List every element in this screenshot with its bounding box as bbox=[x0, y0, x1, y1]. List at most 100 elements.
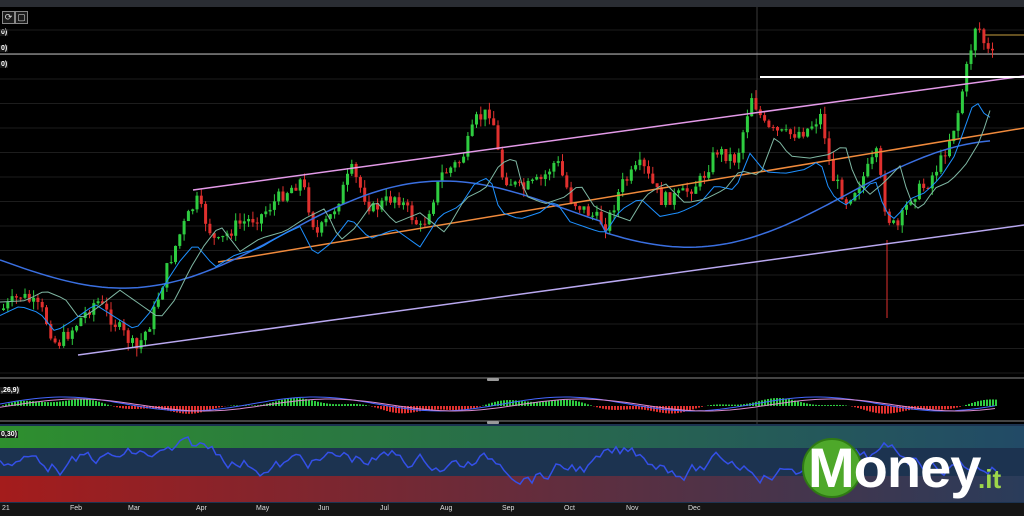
candle-body bbox=[767, 120, 771, 127]
candle-body bbox=[913, 199, 917, 202]
candle-body bbox=[982, 29, 986, 44]
candle-body bbox=[788, 129, 792, 135]
macd-histogram-bar bbox=[992, 399, 994, 406]
macd-histogram-bar bbox=[626, 406, 628, 410]
macd-histogram-bar bbox=[350, 403, 352, 406]
macd-histogram-bar bbox=[809, 404, 811, 406]
macd-histogram-bar bbox=[602, 406, 604, 409]
macd-histogram-bar bbox=[563, 399, 565, 406]
macd-histogram-bar bbox=[326, 403, 328, 406]
macd-histogram-bar bbox=[473, 406, 475, 409]
candle-body bbox=[535, 176, 539, 180]
macd-histogram-bar bbox=[17, 401, 19, 406]
macd-histogram-bar bbox=[947, 406, 949, 410]
candle-body bbox=[208, 223, 212, 234]
macd-histogram-bar bbox=[863, 406, 865, 410]
panel-splitter-1[interactable] bbox=[487, 378, 499, 381]
macd-label: ,26,9) bbox=[0, 387, 20, 394]
candle-body bbox=[178, 234, 182, 246]
money-it-logo: Money .it bbox=[800, 434, 1020, 502]
macd-histogram-bar bbox=[614, 406, 616, 410]
macd-histogram-bar bbox=[620, 406, 622, 410]
candle-body bbox=[986, 43, 990, 49]
macd-histogram-bar bbox=[980, 400, 982, 406]
chart-window: ⟳ ▢ 0) 0) 0) ,26,9) 0,30) 21 Feb Mar Apr… bbox=[0, 0, 1024, 516]
macd-histogram-bar bbox=[884, 406, 886, 414]
macd-histogram-bar bbox=[860, 406, 862, 409]
candle-body bbox=[797, 131, 801, 138]
candle-body bbox=[526, 180, 530, 190]
candle-body bbox=[892, 220, 896, 223]
candle-body bbox=[156, 299, 160, 307]
macd-histogram-bar bbox=[68, 400, 70, 406]
candle-body bbox=[126, 330, 130, 343]
macd-histogram-bar bbox=[539, 401, 541, 406]
macd-histogram-bar bbox=[887, 406, 889, 414]
macd-histogram-bar bbox=[845, 405, 847, 406]
candle-body bbox=[586, 206, 590, 216]
candle-body bbox=[754, 98, 758, 110]
macd-histogram-bar bbox=[725, 404, 727, 406]
macd-histogram-bar bbox=[836, 404, 838, 406]
candle-body bbox=[268, 209, 272, 212]
macd-histogram-bar bbox=[872, 406, 874, 413]
macd-histogram-bar bbox=[128, 406, 130, 409]
candle-body bbox=[900, 209, 904, 226]
macd-histogram-bar bbox=[437, 406, 439, 410]
candle-body bbox=[204, 203, 208, 224]
macd-histogram-bar bbox=[488, 403, 490, 406]
macd-histogram-bar bbox=[377, 406, 379, 409]
macd-histogram-bar bbox=[83, 399, 85, 406]
candle-body bbox=[294, 187, 298, 191]
macd-histogram-bar bbox=[851, 406, 853, 407]
macd-histogram-bar bbox=[329, 403, 331, 406]
candle-body bbox=[169, 262, 173, 264]
candle-body bbox=[720, 149, 724, 155]
macd-histogram-bar bbox=[776, 398, 778, 406]
candle-body bbox=[32, 297, 36, 302]
panel-splitter-2[interactable] bbox=[487, 421, 499, 424]
macd-histogram-bar bbox=[215, 406, 217, 409]
macd-histogram-bar bbox=[320, 402, 322, 406]
candle-body bbox=[793, 134, 797, 138]
macd-histogram-bar bbox=[599, 406, 601, 409]
macd-histogram-bar bbox=[314, 401, 316, 406]
candle-body bbox=[664, 192, 668, 205]
macd-histogram-bar bbox=[572, 400, 574, 406]
macd-histogram-bar bbox=[710, 405, 712, 406]
macd-histogram-bar bbox=[323, 402, 325, 406]
candle-body bbox=[234, 220, 238, 236]
candle-body bbox=[346, 173, 349, 185]
candle-body bbox=[440, 172, 444, 182]
candle-body bbox=[423, 223, 427, 225]
macd-histogram-bar bbox=[824, 405, 826, 406]
macd-histogram-bar bbox=[953, 406, 955, 409]
macd-histogram-bar bbox=[716, 404, 718, 406]
macd-histogram-bar bbox=[59, 401, 61, 406]
candle-body bbox=[406, 202, 410, 206]
candle-body bbox=[66, 331, 70, 339]
candle-body bbox=[444, 172, 448, 174]
macd-histogram-bar bbox=[578, 401, 580, 406]
macd-histogram-bar bbox=[869, 406, 871, 412]
month-label: 21 bbox=[2, 505, 10, 512]
macd-histogram-bar bbox=[89, 399, 91, 406]
macd-histogram-bar bbox=[587, 404, 589, 406]
macd-histogram-bar bbox=[803, 402, 805, 406]
candle-body bbox=[844, 199, 848, 204]
candle-body bbox=[470, 124, 474, 136]
macd-histogram-bar bbox=[878, 406, 880, 414]
macd-histogram-bar bbox=[92, 400, 94, 406]
candle-body bbox=[174, 245, 177, 263]
candle-body bbox=[70, 330, 74, 339]
candle-body bbox=[784, 129, 788, 131]
logo-domain: .it bbox=[978, 464, 1002, 494]
candle-body bbox=[264, 211, 268, 215]
macd-histogram-bar bbox=[344, 404, 346, 406]
moving-average-mid bbox=[0, 110, 991, 318]
candle-body bbox=[659, 187, 663, 205]
candle-body bbox=[307, 187, 311, 213]
candle-body bbox=[694, 186, 698, 194]
macd-histogram-bar bbox=[125, 406, 127, 409]
macd-histogram-bar bbox=[116, 406, 118, 408]
